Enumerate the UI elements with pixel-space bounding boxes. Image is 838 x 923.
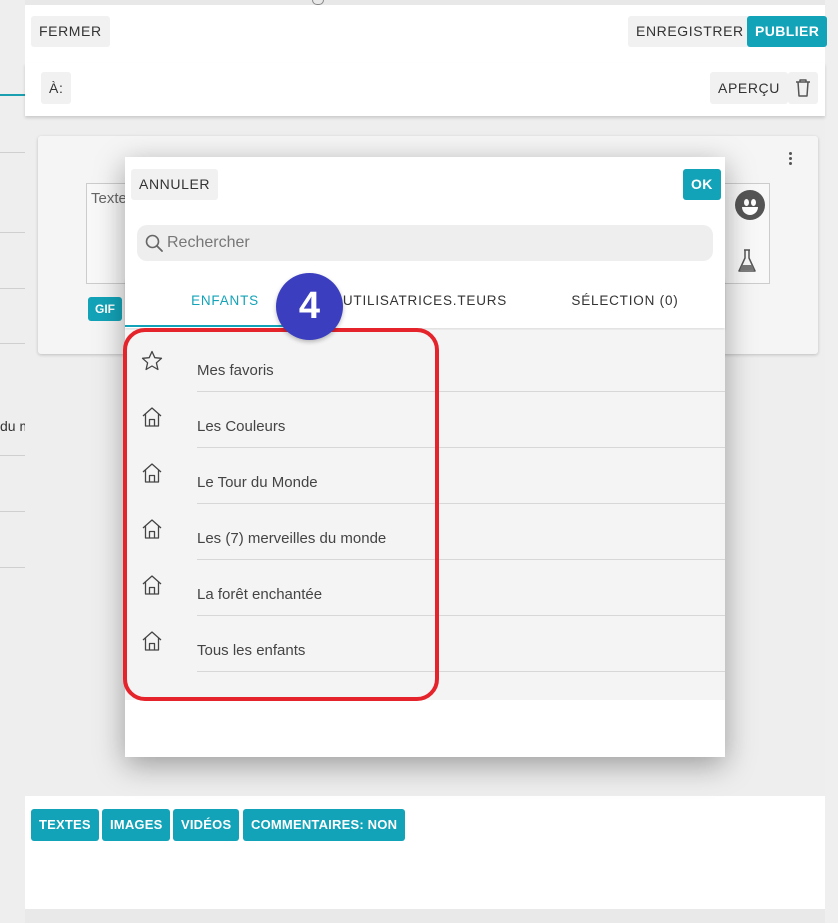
gif-button[interactable]: GIF (88, 297, 122, 321)
flask-icon[interactable] (737, 248, 757, 274)
background-divider (0, 567, 25, 568)
search-input[interactable] (167, 225, 697, 261)
post-text-placeholder: Texte (91, 190, 127, 207)
background-divider (0, 511, 25, 512)
recipient-to-button[interactable]: À: (41, 72, 72, 104)
search-icon (145, 234, 163, 252)
comments-toggle-button[interactable]: COMMENTAIRES: NON (243, 809, 406, 841)
save-button[interactable]: ENREGISTRER (628, 16, 752, 47)
publish-button[interactable]: PUBLIER (747, 16, 828, 47)
recipient-bar: À: APERÇU (25, 63, 825, 116)
trash-icon (796, 79, 810, 97)
images-button[interactable]: IMAGES (102, 809, 171, 841)
tab-selection[interactable]: SÉLECTION (0) (525, 278, 725, 326)
highlight-box (123, 328, 439, 701)
editor-header: FERMER ENREGISTRER PUBLIER (25, 5, 828, 63)
tab-utilisatrices-teurs[interactable]: UTILISATRICES.TEURS (325, 278, 525, 326)
background-text-fragment: du m (0, 418, 25, 434)
preview-button[interactable]: APERÇU (710, 72, 788, 104)
cancel-button[interactable]: ANNULER (131, 169, 219, 200)
background-tab-indicator (0, 94, 25, 96)
close-button[interactable]: FERMER (31, 16, 110, 47)
background-divider (0, 232, 25, 233)
background-divider (0, 343, 25, 344)
more-options-icon[interactable] (784, 152, 796, 170)
step-badge: 4 (276, 273, 343, 340)
background-divider (0, 152, 25, 153)
search-field (137, 225, 713, 261)
delete-button[interactable] (788, 72, 818, 104)
texts-button[interactable]: TEXTES (31, 809, 99, 841)
videos-button[interactable]: VIDÉOS (173, 809, 240, 841)
background-divider (0, 288, 25, 289)
background-right-strip (825, 0, 838, 923)
background-divider (0, 455, 25, 456)
ok-button[interactable]: OK (683, 169, 721, 200)
recipient-tabs: ENFANTS UTILISATRICES.TEURS SÉLECTION (0… (125, 278, 725, 328)
background-left-strip (0, 0, 25, 923)
emoji-icon[interactable] (735, 190, 765, 220)
